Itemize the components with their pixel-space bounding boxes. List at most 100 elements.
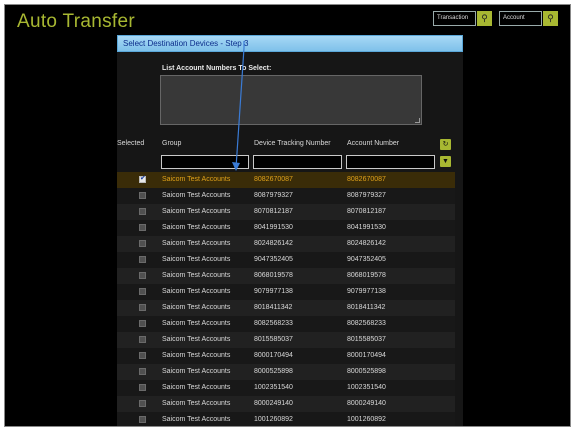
account-filter-input[interactable] [346, 155, 435, 169]
account-number-cell: 8082670087 [347, 176, 386, 183]
row-select-checkbox[interactable] [139, 304, 146, 311]
account-number-cell: 1001260892 [347, 416, 386, 423]
group-cell: Saicom Test Accounts [162, 368, 231, 375]
account-search: Account ⚲ [499, 11, 558, 26]
account-number-cell: 8000249140 [347, 400, 386, 407]
filter-button[interactable]: ▼ [440, 156, 451, 167]
row-select-checkbox[interactable] [139, 208, 146, 215]
table-row[interactable]: Saicom Test Accounts 9047352405 9047352405 [117, 252, 455, 268]
panel-header: Select Destination Devices - Step 3 [117, 35, 463, 52]
table-row[interactable]: Saicom Test Accounts 1001260892 1001260892 [117, 412, 455, 426]
device-tracking-number-cell: 8041991530 [254, 224, 293, 231]
transaction-search-button[interactable]: ⚲ [477, 11, 492, 26]
row-select-checkbox[interactable] [139, 224, 146, 231]
row-select-checkbox[interactable] [139, 352, 146, 359]
col-header-account[interactable]: Account Number [347, 140, 399, 147]
account-number-cell: 8082568233 [347, 320, 386, 327]
device-tracking-number-cell: 8087979327 [254, 192, 293, 199]
device-tracking-number-cell: 8015585037 [254, 336, 293, 343]
device-table-body: Saicom Test Accounts 8082670087 8082670087… [117, 172, 455, 426]
account-number-cell: 8000170494 [347, 352, 386, 359]
account-number-cell: 8068019578 [347, 272, 386, 279]
row-select-checkbox[interactable] [139, 384, 146, 391]
group-cell: Saicom Test Accounts [162, 336, 231, 343]
device-tracking-number-cell: 8068019578 [254, 272, 293, 279]
device-tracking-number-cell: 8018411342 [254, 304, 293, 311]
device-filter-input[interactable] [253, 155, 342, 169]
account-search-input[interactable]: Account [499, 11, 542, 26]
table-row[interactable]: Saicom Test Accounts 8070812187 8070812187 [117, 204, 455, 220]
table-row[interactable]: Saicom Test Accounts 8000525898 8000525898 [117, 364, 455, 380]
account-number-cell: 8087979327 [347, 192, 386, 199]
table-row[interactable]: Saicom Test Accounts 8000170494 8000170494 [117, 348, 455, 364]
destination-devices-panel: Select Destination Devices - Step 3 List… [117, 35, 463, 426]
device-tracking-number-cell: 8082670087 [254, 176, 293, 183]
group-cell: Saicom Test Accounts [162, 256, 231, 263]
account-number-cell: 8018411342 [347, 304, 386, 311]
row-select-checkbox[interactable] [139, 320, 146, 327]
search-icon: ⚲ [547, 13, 554, 23]
group-cell: Saicom Test Accounts [162, 400, 231, 407]
device-tracking-number-cell: 8024826142 [254, 240, 293, 247]
row-select-checkbox[interactable] [139, 272, 146, 279]
table-row[interactable]: Saicom Test Accounts 8041991530 8041991530 [117, 220, 455, 236]
group-cell: Saicom Test Accounts [162, 304, 231, 311]
table-row[interactable]: Saicom Test Accounts 8000249140 8000249140 [117, 396, 455, 412]
group-cell: Saicom Test Accounts [162, 352, 231, 359]
row-select-checkbox[interactable] [139, 400, 146, 407]
col-header-device[interactable]: Device Tracking Number [254, 140, 331, 147]
account-number-cell: 9079977138 [347, 288, 386, 295]
group-cell: Saicom Test Accounts [162, 416, 231, 423]
account-number-cell: 8015585037 [347, 336, 386, 343]
group-filter-input[interactable] [161, 155, 249, 169]
device-tracking-number-cell: 8082568233 [254, 320, 293, 327]
table-row[interactable]: Saicom Test Accounts 1002351540 1002351540 [117, 380, 455, 396]
group-cell: Saicom Test Accounts [162, 224, 231, 231]
group-cell: Saicom Test Accounts [162, 288, 231, 295]
group-cell: Saicom Test Accounts [162, 320, 231, 327]
group-cell: Saicom Test Accounts [162, 176, 231, 183]
device-tracking-number-cell: 9079977138 [254, 288, 293, 295]
table-row[interactable]: Saicom Test Accounts 8068019578 8068019578 [117, 268, 455, 284]
row-select-checkbox[interactable] [139, 416, 146, 423]
row-select-checkbox[interactable] [139, 288, 146, 295]
table-row[interactable]: Saicom Test Accounts 9079977138 9079977138 [117, 284, 455, 300]
account-search-button[interactable]: ⚲ [543, 11, 558, 26]
row-select-checkbox[interactable] [139, 336, 146, 343]
device-tracking-number-cell: 8000170494 [254, 352, 293, 359]
account-number-cell: 8000525898 [347, 368, 386, 375]
transaction-search-input[interactable]: Transaction [433, 11, 476, 26]
group-cell: Saicom Test Accounts [162, 240, 231, 247]
refresh-button[interactable]: ↻ [440, 139, 451, 150]
row-select-checkbox[interactable] [139, 256, 146, 263]
device-tracking-number-cell: 8000249140 [254, 400, 293, 407]
account-list-textarea[interactable] [160, 75, 422, 125]
group-cell: Saicom Test Accounts [162, 208, 231, 215]
table-row[interactable]: Saicom Test Accounts 8087979327 8087979327 [117, 188, 455, 204]
account-number-cell: 9047352405 [347, 256, 386, 263]
device-tracking-number-cell: 1001260892 [254, 416, 293, 423]
col-header-selected: Selected [117, 140, 145, 147]
filter-icon: ▼ [442, 158, 449, 165]
row-select-checkbox[interactable] [139, 192, 146, 199]
row-select-checkbox[interactable] [139, 174, 146, 183]
row-select-checkbox[interactable] [139, 240, 146, 247]
device-tracking-number-cell: 8070812187 [254, 208, 293, 215]
col-header-group[interactable]: Group [162, 140, 181, 147]
refresh-icon: ↻ [442, 141, 449, 148]
device-tracking-number-cell: 9047352405 [254, 256, 293, 263]
search-icon: ⚲ [481, 13, 488, 23]
app-window: Auto Transfer Transaction ⚲ Account ⚲ Se… [4, 4, 571, 427]
account-number-cell: 8041991530 [347, 224, 386, 231]
row-select-checkbox[interactable] [139, 368, 146, 375]
group-cell: Saicom Test Accounts [162, 384, 231, 391]
table-row[interactable]: Saicom Test Accounts 8024826142 8024826142 [117, 236, 455, 252]
table-row[interactable]: Saicom Test Accounts 8018411342 8018411342 [117, 300, 455, 316]
table-row[interactable]: Saicom Test Accounts 8082670087 8082670087 [117, 172, 455, 188]
transaction-search: Transaction ⚲ [433, 11, 492, 26]
page-title: Auto Transfer [17, 11, 135, 32]
table-row[interactable]: Saicom Test Accounts 8082568233 8082568233 [117, 316, 455, 332]
group-cell: Saicom Test Accounts [162, 192, 231, 199]
table-row[interactable]: Saicom Test Accounts 8015585037 8015585037 [117, 332, 455, 348]
account-number-cell: 8070812187 [347, 208, 386, 215]
